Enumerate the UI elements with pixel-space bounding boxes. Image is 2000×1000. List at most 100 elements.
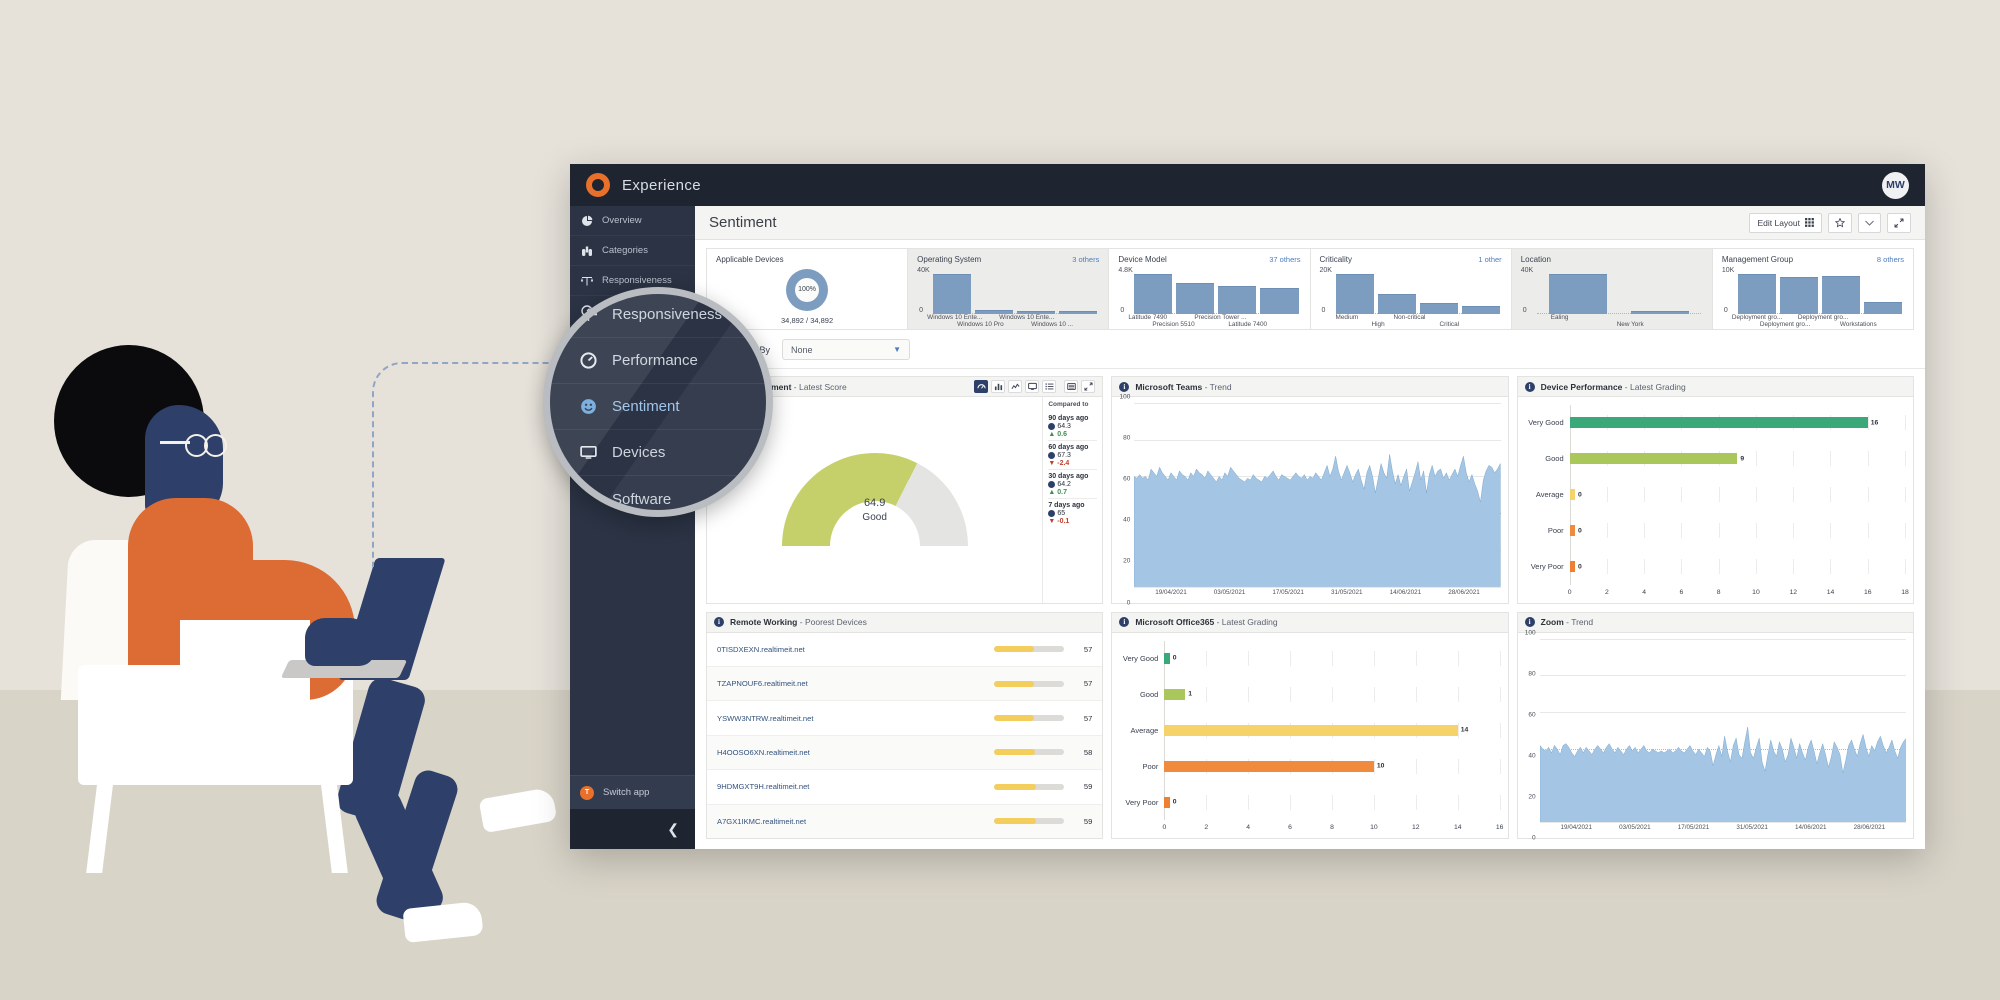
info-icon[interactable]: i: [714, 617, 724, 627]
filter-bar[interactable]: [1864, 302, 1903, 314]
chart-bar-value: 1: [1188, 690, 1193, 698]
filter-bar[interactable]: [1737, 274, 1776, 314]
chart-gridline: [1830, 487, 1832, 503]
table-view-icon[interactable]: [1064, 380, 1079, 393]
device-performance-bar-chart[interactable]: Very Good 16 Good 9 Average 0 Poor 0 Very Poor 0 …: [1518, 397, 1913, 603]
chart-x-tick-label: 8: [1716, 588, 1721, 596]
list-item[interactable]: 9HDMGXT9H.realtimeit.net 59: [707, 770, 1103, 805]
device-name[interactable]: TZAPNOUF6.realtimeit.net: [717, 679, 986, 688]
filter-others-link[interactable]: 8 others: [1877, 255, 1904, 264]
device-name[interactable]: A7GX1IKMC.realtimeit.net: [717, 817, 986, 826]
filter-card-criticality[interactable]: Criticality 1 other 20K 0 Medium High No…: [1311, 249, 1512, 329]
chart-bar[interactable]: [1569, 417, 1868, 429]
filter-card-management-group[interactable]: Management Group 8 others 10K 0 Deployme…: [1713, 249, 1913, 329]
magnified-item-sentiment[interactable]: Sentiment: [550, 384, 766, 430]
filter-others-link[interactable]: 1 other: [1478, 255, 1501, 264]
chart-bar[interactable]: [1164, 724, 1458, 736]
chart-bar-value: 0: [1578, 563, 1582, 570]
filter-others-link[interactable]: 3 others: [1072, 255, 1099, 264]
sidebar-item-overview[interactable]: Overview: [570, 206, 695, 236]
info-icon[interactable]: i: [1119, 617, 1130, 627]
info-icon[interactable]: i: [1524, 617, 1535, 627]
tanium-logo-icon[interactable]: [586, 173, 610, 197]
chart-x-tick-label: 2: [1204, 824, 1209, 831]
chart-x-tick-label: 03/05/2021: [1619, 824, 1651, 831]
monitor-view-icon[interactable]: [1025, 380, 1040, 393]
chart-x-axis: 0 2 4 6 8 10 12 14 16 18: [1568, 588, 1909, 601]
comparison-period: 30 days ago: [1048, 473, 1089, 480]
filter-bar[interactable]: [1176, 282, 1215, 314]
device-name[interactable]: 0TISDXEXN.realtimeit.net: [717, 645, 986, 654]
gauge-view-icon[interactable]: [974, 380, 989, 393]
chart-bar[interactable]: [1164, 652, 1170, 664]
chart-bar-track: 0: [1569, 523, 1906, 539]
info-icon[interactable]: i: [1524, 381, 1535, 392]
device-name[interactable]: 9HDMGXT9H.realtimeit.net: [717, 782, 986, 791]
avatar[interactable]: MW: [1882, 171, 1909, 199]
expand-button[interactable]: [1887, 212, 1911, 233]
line-chart-view-icon[interactable]: [1008, 380, 1023, 393]
panel-header: i Device Performance - Latest Grading: [1517, 377, 1913, 397]
filter-bar[interactable]: [1335, 274, 1374, 314]
filter-bar[interactable]: [1821, 276, 1860, 314]
zoom-trend-area-chart[interactable]: 19/04/2021 03/05/2021 17/05/2021 31/05/2021…: [1518, 629, 1913, 842]
page-header: Sentiment Edit Layout: [695, 206, 1925, 240]
office365-bar-chart[interactable]: Very Good 0 Good 1 Average 14 Poor 10 Very Poor 0…: [1112, 633, 1507, 839]
switch-app-button[interactable]: T Switch app: [570, 775, 695, 809]
filter-card-location[interactable]: Location 40K 0 Ealing New York: [1511, 249, 1713, 329]
filter-bar[interactable]: [1377, 294, 1416, 314]
chart-y-tick-label: 100: [1524, 629, 1536, 636]
filter-bar[interactable]: [1134, 274, 1173, 314]
chart-bar-value: 0: [1578, 491, 1582, 499]
info-icon[interactable]: i: [1119, 381, 1130, 392]
list-item[interactable]: H4OOSO6XN.realtimeit.net 58: [707, 735, 1103, 771]
header-dropdown-button[interactable]: [1858, 212, 1881, 233]
device-name[interactable]: YSWW3NTRW.realtimeit.net: [717, 714, 986, 723]
magnified-item-responsiveness[interactable]: Responsiveness: [550, 294, 766, 338]
magnified-item-devices[interactable]: Devices: [550, 430, 766, 476]
chart-bar-track: 1: [1164, 686, 1501, 702]
sidebar-item-categories[interactable]: Categories: [570, 236, 695, 266]
bar-chart-view-icon[interactable]: [991, 380, 1006, 393]
chart-bar[interactable]: [1569, 453, 1738, 465]
magnified-sidebar: Responsiveness Performance Sentiment Dev…: [550, 294, 766, 510]
app-top-bar: Experience MW: [570, 164, 1925, 206]
device-name[interactable]: H4OOSO6XN.realtimeit.net: [717, 748, 986, 757]
filter-card-operating-system[interactable]: Operating System 3 others 40K 0 Windows …: [908, 249, 1110, 329]
chart-bar[interactable]: [1164, 760, 1374, 772]
filter-bar[interactable]: [1218, 286, 1257, 314]
chart-gridline: [1755, 559, 1757, 574]
filter-bar[interactable]: [1419, 303, 1458, 314]
chart-bar[interactable]: [1569, 525, 1576, 537]
filter-bar[interactable]: [933, 274, 972, 314]
filter-bar[interactable]: [1779, 276, 1818, 314]
teams-trend-area-chart[interactable]: 19/04/2021 03/05/2021 17/05/2021 31/05/2021…: [1112, 394, 1507, 606]
chart-x-tick-label: 17/05/2021: [1677, 824, 1710, 831]
chevron-left-icon: ❮: [667, 820, 679, 837]
list-item[interactable]: 0TISDXEXN.realtimeit.net 57: [707, 633, 1103, 667]
break-down-by-select[interactable]: None ▼: [782, 339, 911, 360]
favorite-button[interactable]: [1828, 212, 1852, 233]
chevron-down-icon: ▼: [893, 345, 902, 354]
edit-layout-button[interactable]: Edit Layout: [1749, 212, 1822, 233]
filter-bar[interactable]: [1260, 288, 1299, 314]
chart-bar[interactable]: [1569, 489, 1576, 501]
sidebar-collapse-button[interactable]: ❮: [570, 809, 695, 849]
document-icon: [578, 489, 598, 509]
filter-others-link[interactable]: 37 others: [1269, 255, 1300, 264]
expand-panel-icon[interactable]: [1081, 380, 1096, 393]
grid-icon: [1805, 218, 1814, 227]
list-item[interactable]: TZAPNOUF6.realtimeit.net 57: [707, 666, 1103, 702]
chart-gridline: [1499, 650, 1501, 666]
list-item[interactable]: YSWW3NTRW.realtimeit.net 57: [707, 701, 1103, 736]
chart-x-tick-label: 18: [1901, 588, 1909, 596]
chart-bar[interactable]: [1164, 796, 1170, 808]
filter-bar[interactable]: [1548, 274, 1607, 314]
chart-bar[interactable]: [1569, 561, 1576, 572]
magnified-item-performance[interactable]: Performance: [550, 338, 766, 384]
list-item[interactable]: A7GX1IKMC.realtimeit.net 59: [707, 804, 1103, 839]
list-view-icon[interactable]: [1042, 380, 1057, 393]
filter-card-device-model[interactable]: Device Model 37 others 4.8K 0 Latitude 7…: [1109, 249, 1311, 329]
filter-bar[interactable]: [1461, 306, 1500, 314]
chart-bar[interactable]: [1164, 688, 1186, 700]
